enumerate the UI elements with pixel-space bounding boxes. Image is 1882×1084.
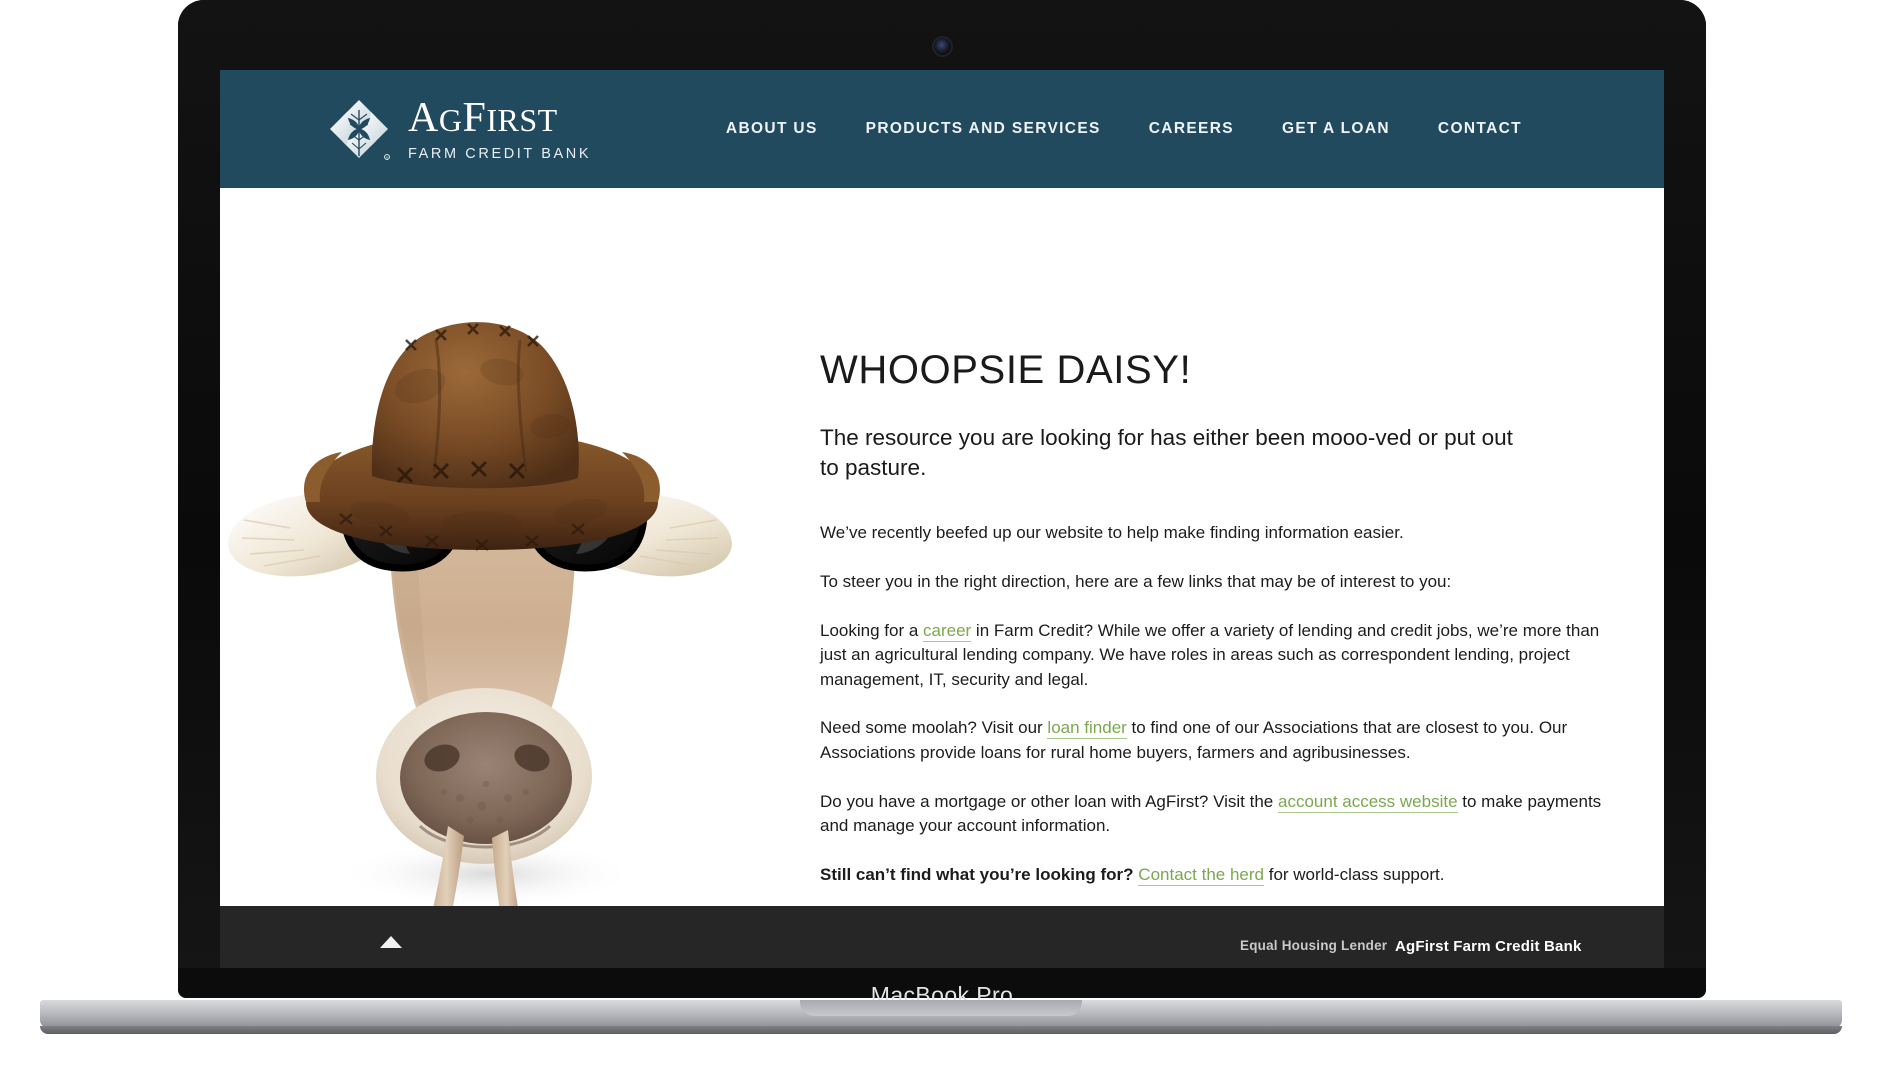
laptop-base-notch xyxy=(800,1000,1082,1016)
brand-tagline: FARM CREDIT BANK xyxy=(408,145,592,162)
brand-logo[interactable]: R AGFIRST FARM CREDIT BANK xyxy=(324,94,591,164)
main-navigation: ABOUT US PRODUCTS AND SERVICES CAREERS G… xyxy=(702,110,1546,148)
paragraph-contact: Still can’t find what you’re looking for… xyxy=(820,863,1610,888)
account-access-website-link[interactable]: account access website xyxy=(1278,791,1458,813)
browser-viewport: R AGFIRST FARM CREDIT BANK ABOUT US PROD… xyxy=(220,70,1664,968)
page-body: WHOOPSIE DAISY! The resource you are loo… xyxy=(220,188,1664,968)
lede-text: The resource you are looking for has eit… xyxy=(820,425,1513,481)
brand-name: AGFIRST xyxy=(408,94,558,141)
paragraph-account-access: Do you have a mortgage or other loan wit… xyxy=(820,790,1610,839)
agfirst-diamond-leaf-logo-icon: R xyxy=(324,94,394,164)
paragraph-loan-finder: Need some moolah? Visit our loan finder … xyxy=(820,716,1610,765)
webcam-icon xyxy=(934,38,951,55)
laptop-foot xyxy=(40,1026,1842,1034)
p5-before-text: Do you have a mortgage or other loan wit… xyxy=(820,791,1278,811)
error-content: WHOOPSIE DAISY! The resource you are loo… xyxy=(820,348,1610,912)
p3-before-text: Looking for a xyxy=(820,620,924,640)
scroll-to-top-arrow-icon[interactable] xyxy=(380,936,402,948)
paragraph-2: To steer you in the right direction, her… xyxy=(820,571,1452,591)
nav-get-a-loan[interactable]: GET A LOAN xyxy=(1258,110,1414,148)
loan-finder-link[interactable]: loan finder xyxy=(1047,718,1127,740)
paragraph-careers: Looking for a career in Farm Credit? Whi… xyxy=(820,619,1610,693)
career-link[interactable]: career xyxy=(923,620,972,642)
p4-before-text: Need some moolah? Visit our xyxy=(820,718,1048,738)
p6-after-text: for world-class support. xyxy=(1264,865,1445,885)
screenshot-stage: R AGFIRST FARM CREDIT BANK ABOUT US PROD… xyxy=(0,0,1882,1084)
nav-careers[interactable]: CAREERS xyxy=(1125,110,1258,148)
nav-products-and-services[interactable]: PRODUCTS AND SERVICES xyxy=(842,110,1125,148)
footer-brand-name: AgFirst Farm Credit Bank xyxy=(1395,938,1582,955)
paragraph-1: We’ve recently beefed up our website to … xyxy=(820,523,1404,543)
nav-contact[interactable]: CONTACT xyxy=(1414,110,1546,148)
svg-text:R: R xyxy=(386,156,388,160)
nav-about-us[interactable]: ABOUT US xyxy=(702,110,842,148)
site-footer: Equal Housing Lender AgFirst Farm Credit… xyxy=(220,906,1664,968)
contact-the-herd-link[interactable]: Contact the herd xyxy=(1138,865,1264,887)
site-header: R AGFIRST FARM CREDIT BANK ABOUT US PROD… xyxy=(220,70,1664,188)
brand-wordmark: AGFIRST FARM CREDIT BANK xyxy=(408,97,591,162)
equal-housing-lender-label: Equal Housing Lender xyxy=(1240,938,1388,953)
p6-bold-text: Still can’t find what you’re looking for… xyxy=(820,865,1134,885)
cow-hero-image xyxy=(220,306,740,946)
page-title: WHOOPSIE DAISY! xyxy=(820,348,1192,392)
